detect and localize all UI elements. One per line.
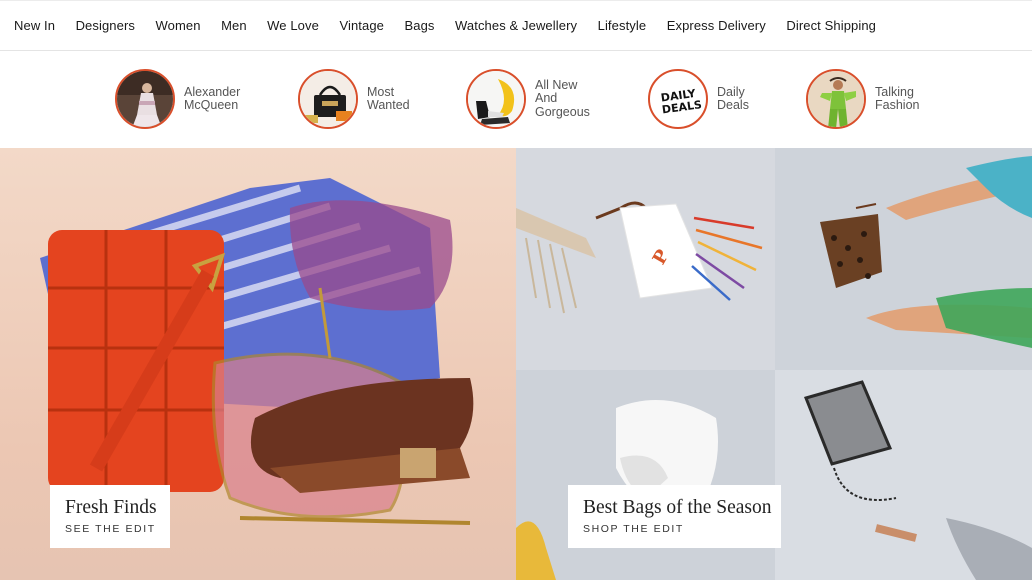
nav-new-in[interactable]: New In bbox=[14, 18, 55, 33]
shop-the-edit-link[interactable]: SHOP THE EDIT bbox=[583, 523, 766, 535]
shoes-image bbox=[466, 69, 526, 129]
category-label: All New And Gorgeous bbox=[535, 77, 590, 119]
see-the-edit-link[interactable]: SEE THE EDIT bbox=[65, 523, 155, 535]
nav-bags[interactable]: Bags bbox=[405, 18, 435, 33]
category-label: Most Wanted bbox=[367, 84, 410, 112]
category-label: Talking Fashion bbox=[875, 84, 920, 112]
best-bags-title: Best Bags of the Season bbox=[583, 497, 772, 518]
daily-deals-logo: DAILY DEALS bbox=[648, 69, 708, 129]
best-bags-caption[interactable]: Best Bags of the Season SHOP THE EDIT bbox=[568, 485, 781, 548]
nav-lifestyle[interactable]: Lifestyle bbox=[598, 18, 647, 33]
category-alexander-mcqueen[interactable]: Alexander McQueen bbox=[115, 69, 240, 129]
nav-watches-jewellery[interactable]: Watches & Jewellery bbox=[455, 18, 577, 33]
nav-vintage[interactable]: Vintage bbox=[339, 18, 384, 33]
nav-men[interactable]: Men bbox=[221, 18, 247, 33]
fresh-finds-banner[interactable]: Fresh Finds SEE THE EDIT bbox=[0, 148, 516, 580]
runway-model-image bbox=[115, 69, 175, 129]
featured-categories: Alexander McQueen Most Wanted All New An… bbox=[0, 52, 1032, 148]
hero-banners: Fresh Finds SEE THE EDIT P Best Bags of … bbox=[0, 148, 1032, 580]
nav-we-love[interactable]: We Love bbox=[267, 18, 319, 33]
best-bags-banner[interactable]: P Best Bags of the Season SHOP THE EDIT bbox=[516, 148, 1032, 580]
category-most-wanted[interactable]: Most Wanted bbox=[298, 69, 410, 129]
nav-women[interactable]: Women bbox=[156, 18, 201, 33]
nav-designers[interactable]: Designers bbox=[76, 18, 135, 33]
category-label: Daily Deals bbox=[717, 84, 749, 112]
nav-express-delivery[interactable]: Express Delivery bbox=[667, 18, 766, 33]
fresh-finds-caption[interactable]: Fresh Finds SEE THE EDIT bbox=[50, 485, 170, 548]
nav-direct-shipping[interactable]: Direct Shipping bbox=[786, 18, 876, 33]
category-all-new-and-gorgeous[interactable]: All New And Gorgeous bbox=[466, 69, 590, 129]
category-talking-fashion[interactable]: Talking Fashion bbox=[806, 69, 919, 129]
fresh-finds-title: Fresh Finds bbox=[65, 497, 157, 518]
category-label: Alexander McQueen bbox=[184, 84, 241, 112]
category-daily-deals[interactable]: DAILY DEALS Daily Deals bbox=[648, 69, 749, 129]
main-navigation: New In Designers Women Men We Love Vinta… bbox=[0, 0, 1032, 51]
green-outfit-image bbox=[806, 69, 866, 129]
handbag-image bbox=[298, 69, 358, 129]
